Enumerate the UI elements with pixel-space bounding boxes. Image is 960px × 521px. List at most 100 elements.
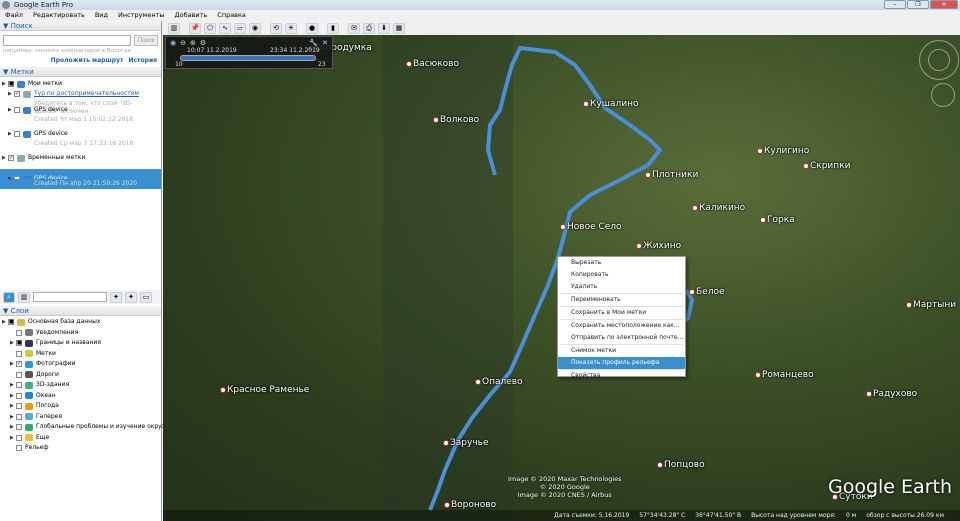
checkbox[interactable]: ■	[8, 81, 14, 87]
folder-icon	[17, 154, 25, 162]
layer-item[interactable]: Метки	[0, 349, 56, 359]
checkbox[interactable]: ✓	[16, 361, 22, 367]
places-item[interactable]: ▶ ■ Мои метки	[0, 79, 62, 89]
places-item-label: GPS device	[34, 106, 68, 113]
sun-icon[interactable]: ☀	[285, 22, 297, 34]
overlay-icon[interactable]: ▱	[234, 22, 246, 34]
move-down-icon[interactable]: ✦	[125, 291, 137, 303]
context-menu-item[interactable]: Сохранить местоположение как...	[558, 320, 685, 332]
planets-icon[interactable]: ●	[306, 22, 318, 34]
layer-item[interactable]: ▶ Океан	[0, 391, 56, 401]
context-menu-item[interactable]: Отправить по электронной почте...	[558, 332, 685, 344]
layer-item[interactable]: Рельеф	[0, 443, 49, 453]
checkbox[interactable]	[16, 350, 22, 357]
folder-icon[interactable]: ▭	[140, 291, 152, 303]
subtitle-text: Created Ср мар 7 17:33:16 2018	[34, 140, 134, 147]
layer-item[interactable]: ▶ ■ Основная база данных	[0, 317, 100, 327]
checkbox[interactable]	[16, 329, 22, 336]
places-filter-input[interactable]	[33, 292, 107, 302]
layer-item[interactable]: ▶ ■ Границы и названия	[0, 338, 101, 348]
time-range-bar[interactable]	[180, 55, 316, 61]
layer-item[interactable]: ▶ Погода	[0, 401, 59, 411]
layer-item[interactable]: ▶ 3D-здания	[0, 380, 69, 390]
context-menu-item[interactable]: Удалить	[558, 281, 685, 293]
close-slider-icon[interactable]: ✕	[322, 39, 328, 47]
layer-item[interactable]: ▶ ✓ Фотографии	[0, 359, 76, 369]
historical-imagery-icon[interactable]: ⟲	[270, 22, 282, 34]
menu-item[interactable]: Редактировать	[33, 10, 85, 21]
minimize-button[interactable]: –	[884, 0, 906, 9]
path-icon[interactable]: ∿	[219, 22, 231, 34]
places-item[interactable]: ▶ GPS device	[0, 129, 68, 139]
window-title: Google Earth Pro	[14, 1, 74, 9]
context-menu-item[interactable]: Показать профиль рельефа	[558, 357, 685, 369]
checkbox[interactable]	[16, 413, 22, 420]
move-control[interactable]	[931, 83, 955, 107]
checkbox[interactable]: ■	[16, 340, 22, 346]
checkbox[interactable]	[14, 131, 20, 137]
print-icon[interactable]: ⎙	[363, 22, 375, 34]
search-places-icon[interactable]: ⌕	[3, 291, 15, 303]
menu-item[interactable]: Справка	[217, 10, 246, 21]
search-input[interactable]	[3, 35, 132, 46]
context-menu-item[interactable]: Вырезать	[558, 257, 685, 269]
route-link[interactable]: Проложить маршрут	[51, 57, 124, 64]
places-item[interactable]: ▶ ✓ Временные метки	[0, 153, 85, 163]
menu-item[interactable]: Файл	[5, 10, 23, 21]
place-label: Вороново	[444, 500, 496, 510]
layer-item[interactable]: ▶ Еще	[0, 433, 49, 443]
context-menu-item[interactable]: Свойства	[558, 370, 685, 382]
checkbox[interactable]	[16, 382, 22, 388]
zoom-in-time-icon[interactable]: ⊕	[190, 39, 196, 47]
layers-panel-header[interactable]: ▼ Слои	[0, 306, 161, 316]
checkbox[interactable]	[16, 434, 22, 441]
panel-toggle-icon[interactable]: ▥	[18, 291, 30, 303]
menu-item[interactable]: Вид	[95, 10, 108, 21]
title-bar: Google Earth Pro – ❐ ✕	[0, 0, 960, 10]
checkbox[interactable]	[14, 107, 20, 113]
places-item[interactable]: ▶ GPS device	[0, 105, 68, 115]
sidebar-icon[interactable]: ▥	[168, 22, 180, 34]
polygon-icon[interactable]: ⬠	[204, 22, 216, 34]
layer-icon	[25, 360, 33, 368]
checkbox[interactable]	[16, 403, 22, 409]
layer-item[interactable]: ▶ Глобальные проблемы и изучение окружа..…	[0, 422, 177, 432]
layer-item[interactable]: ▶ Галерея	[0, 412, 62, 422]
maximize-button[interactable]: ❐	[907, 0, 929, 9]
layer-item[interactable]: Уведомления	[0, 328, 78, 338]
save-image-icon[interactable]: ⬇	[378, 22, 390, 34]
layer-item[interactable]: Дороги	[0, 370, 59, 380]
context-menu-item[interactable]: Копировать	[558, 269, 685, 281]
email-icon[interactable]: ✉	[348, 22, 360, 34]
context-menu-item[interactable]: Переименовать	[558, 294, 685, 306]
history-link[interactable]: История	[128, 57, 157, 64]
places-item[interactable]: ▶ ✓ Тур по достопримечательностям	[0, 89, 139, 99]
move-up-icon[interactable]: ✦	[110, 291, 122, 303]
menu-item[interactable]: Добавить	[175, 10, 208, 21]
tour-icon[interactable]: ◉	[249, 22, 261, 34]
ruler-icon[interactable]: ▮	[327, 22, 339, 34]
maps-icon[interactable]: ▦	[393, 22, 405, 34]
play-icon[interactable]: ⚙	[200, 39, 206, 47]
checkbox[interactable]	[16, 424, 22, 430]
clock-icon[interactable]: ◉	[170, 39, 176, 47]
places-panel-header[interactable]: ▼ Метки	[0, 67, 161, 77]
checkbox[interactable]: ■	[8, 319, 14, 325]
google-earth-logo: Google Earth	[828, 476, 952, 498]
places-tree: ▶ ■ Мои метки ▶ ✓ Тур по достопримечательност…	[0, 77, 161, 277]
context-menu-item[interactable]: Снимок метки	[558, 345, 685, 357]
zoom-out-time-icon[interactable]: ⊖	[180, 39, 186, 47]
checkbox[interactable]	[16, 445, 22, 451]
checkbox[interactable]: ✓	[14, 91, 20, 97]
checkbox[interactable]	[16, 392, 22, 399]
search-button[interactable]: Поиск	[134, 35, 158, 46]
placemark-icon[interactable]: 📌	[189, 22, 201, 34]
checkbox[interactable]	[16, 371, 22, 378]
menu-item[interactable]: Инструменты	[118, 10, 165, 21]
checkbox[interactable]: ✓	[8, 155, 14, 161]
close-button[interactable]: ✕	[930, 0, 958, 9]
settings-icon[interactable]: 🔧	[309, 39, 318, 47]
context-menu-item[interactable]: Сохранить в Мои метки	[558, 307, 685, 319]
search-panel-header[interactable]: ▼ Поиск	[0, 21, 161, 31]
look-control-inner[interactable]	[928, 49, 950, 71]
